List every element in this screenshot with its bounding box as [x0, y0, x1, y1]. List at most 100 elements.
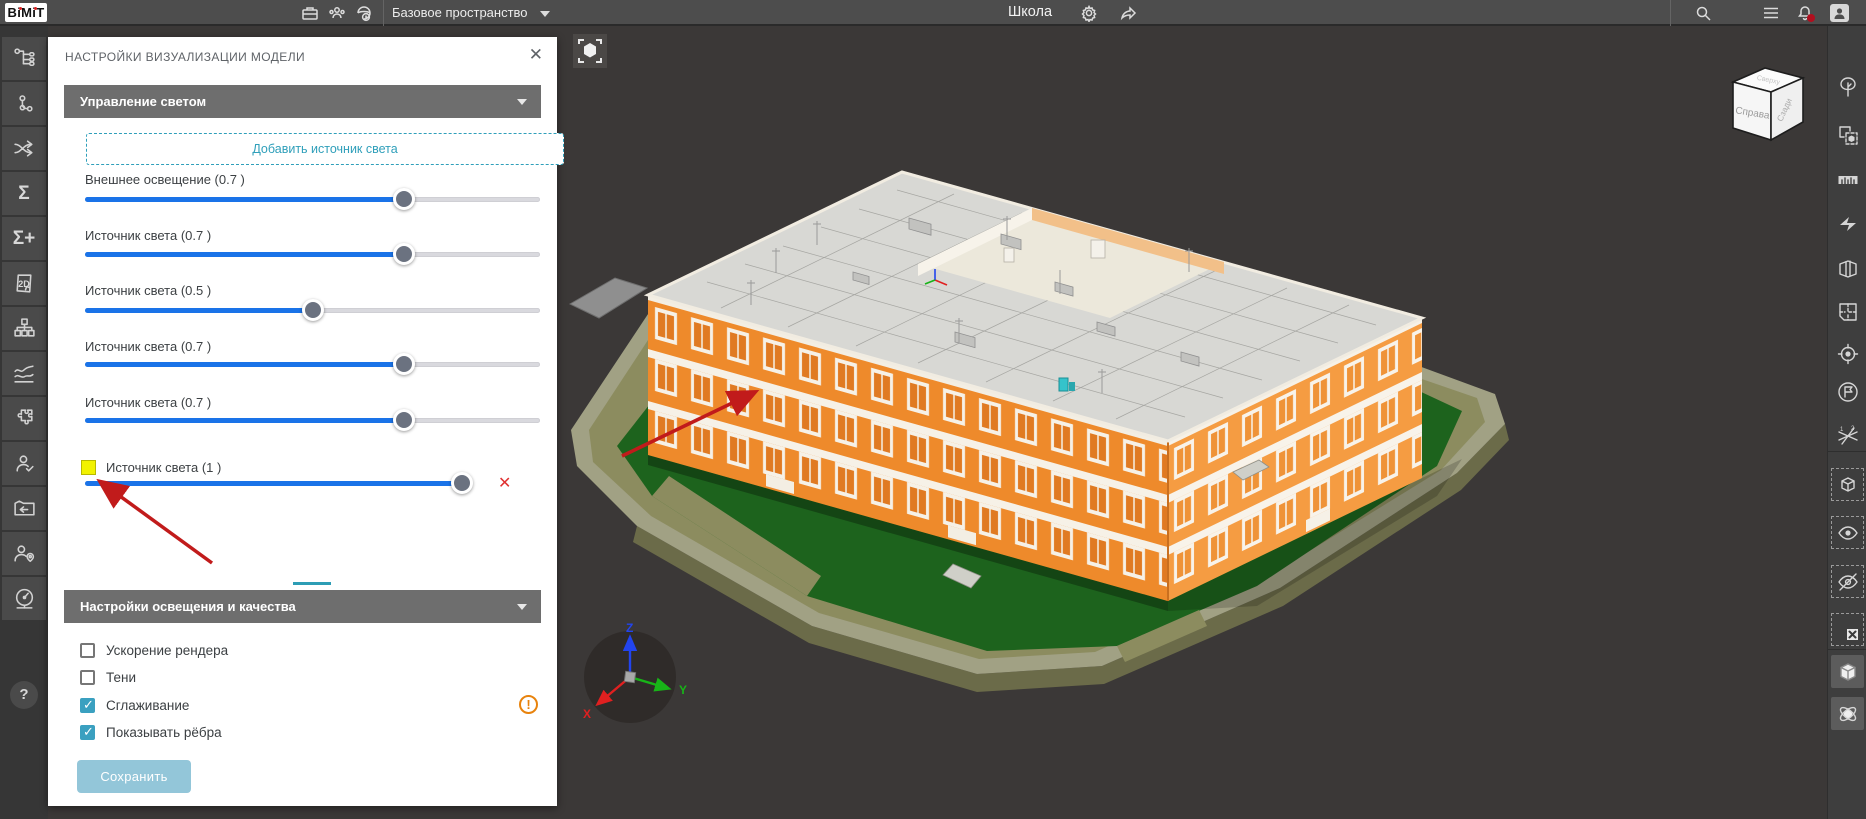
- light-slider[interactable]: [85, 481, 462, 486]
- globe-session-icon[interactable]: [355, 4, 373, 22]
- section-quality-title: Настройки освещения и качества: [80, 599, 296, 614]
- slider-label: Источник света (0.7 ): [85, 339, 211, 354]
- add-light-source-button[interactable]: Добавить источник света: [86, 133, 564, 165]
- share-icon[interactable]: [1119, 4, 1137, 22]
- workspace-selector[interactable]: Базовое пространство: [392, 5, 528, 20]
- search-icon[interactable]: [1694, 4, 1712, 22]
- logo-dot: [34, 7, 37, 10]
- delete-light-button[interactable]: ✕: [498, 473, 511, 493]
- slider-label: Источник света (0.7 ): [85, 395, 211, 410]
- sidebar-item-plugin-puzzle[interactable]: [2, 397, 46, 440]
- sigma-plus-glyph: Σ+: [13, 228, 36, 250]
- chevron-down-icon: [517, 604, 527, 610]
- section-light-control[interactable]: Управление светом: [64, 85, 541, 118]
- doc-2d-glyph: 2D: [18, 279, 30, 289]
- tool-axes-lines[interactable]: 12: [1831, 419, 1864, 452]
- account-icon[interactable]: [1830, 4, 1849, 22]
- checkbox[interactable]: [80, 725, 95, 740]
- slider-label: Внешнее освещение (0.7 ): [85, 172, 245, 187]
- list-menu-icon[interactable]: [1762, 4, 1780, 22]
- team-icon[interactable]: [328, 4, 346, 22]
- checkbox-row-render-boost: Ускорение рендера: [80, 640, 228, 660]
- sidebar-item-user-location[interactable]: [2, 532, 46, 575]
- checkbox-row-show-edges: Показывать рёбра: [80, 722, 222, 742]
- light-slider[interactable]: [85, 197, 540, 202]
- svg-text:2: 2: [1851, 426, 1855, 432]
- app-logo-text: BiMiT: [8, 5, 45, 20]
- light-slider[interactable]: [85, 362, 540, 367]
- tool-hide-eye-slash[interactable]: [1831, 565, 1864, 598]
- checkbox-label: Тени: [106, 670, 136, 685]
- slider-thumb[interactable]: [302, 299, 324, 321]
- tool-orbit-mode[interactable]: [1831, 697, 1864, 730]
- sidebar-item-shuffle-links[interactable]: [2, 127, 46, 170]
- checkbox-label: Показывать рёбра: [106, 725, 222, 740]
- light-color-swatch[interactable]: [81, 460, 96, 475]
- svg-text:1: 1: [1840, 427, 1844, 433]
- toolbar-divider: [1828, 451, 1866, 452]
- chevron-down-icon: [517, 99, 527, 105]
- scroll-indicator[interactable]: [293, 582, 331, 585]
- sidebar-item-trend-chart[interactable]: [2, 352, 46, 395]
- sidebar-item-gauge[interactable]: [2, 577, 46, 620]
- sidebar-item-sigma-plus[interactable]: Σ+: [2, 217, 46, 260]
- slider-thumb[interactable]: [393, 188, 415, 210]
- light-slider[interactable]: [85, 308, 540, 313]
- chevron-down-icon[interactable]: [540, 11, 550, 17]
- section-quality[interactable]: Настройки освещения и качества: [64, 590, 541, 623]
- topbar-divider: [1670, 0, 1671, 26]
- light-slider[interactable]: [85, 252, 540, 257]
- right-toolbar: 12: [1827, 26, 1866, 819]
- sidebar-item-git-node[interactable]: [2, 82, 46, 125]
- tool-flag-marker[interactable]: [1831, 375, 1864, 408]
- tool-tree-vegetation[interactable]: [1831, 70, 1864, 103]
- notification-badge: [1807, 14, 1815, 22]
- sidebar-item-sigma[interactable]: Σ: [2, 172, 46, 215]
- axis-z-label: Z: [626, 621, 633, 635]
- navigation-cube[interactable]: Справа Сзади Сверху: [1733, 68, 1803, 140]
- checkbox-row-shadows: Тени: [80, 667, 136, 687]
- slider-thumb[interactable]: [451, 472, 473, 494]
- checkbox[interactable]: [80, 670, 95, 685]
- model-canvas[interactable]: Справа Сзади Сверху Z Y X: [557, 26, 1827, 819]
- tool-ruler-measure[interactable]: [1831, 163, 1864, 196]
- slider-thumb[interactable]: [393, 353, 415, 375]
- warning-icon: !: [519, 695, 538, 714]
- axis-x-label: X: [583, 707, 591, 721]
- tool-floor-plan[interactable]: [1831, 295, 1864, 328]
- briefcase-icon[interactable]: [301, 4, 319, 22]
- close-icon[interactable]: ✕: [529, 45, 543, 65]
- topbar-divider: [383, 0, 384, 26]
- sigma-glyph: Σ: [18, 183, 29, 205]
- toolbar-divider: [1828, 649, 1866, 650]
- sidebar-item-doc-2d[interactable]: 2D: [2, 262, 46, 305]
- light-slider[interactable]: [85, 418, 540, 423]
- fit-view-button[interactable]: [573, 34, 607, 68]
- tool-show-eye[interactable]: [1831, 516, 1864, 549]
- tool-locate-target[interactable]: [1831, 337, 1864, 370]
- tool-selection-set[interactable]: [1831, 118, 1864, 151]
- save-button[interactable]: Сохранить: [77, 760, 191, 793]
- tool-clear-selection[interactable]: [1831, 613, 1864, 646]
- notifications-sync-icon[interactable]: [1796, 4, 1814, 22]
- sidebar-item-folder-share[interactable]: [2, 487, 46, 530]
- tool-section-planes[interactable]: [1831, 252, 1864, 285]
- checkbox-row-antialiasing: Сглаживание: [80, 695, 189, 715]
- slider-thumb[interactable]: [393, 243, 415, 265]
- project-title: Школа: [1008, 4, 1052, 20]
- sidebar-item-user-check[interactable]: [2, 442, 46, 485]
- checkbox[interactable]: [80, 643, 95, 658]
- gear-icon[interactable]: [1080, 4, 1098, 22]
- checkbox[interactable]: [80, 698, 95, 713]
- axis-gizmo[interactable]: Z Y X: [583, 621, 687, 723]
- visualization-settings-panel: НАСТРОЙКИ ВИЗУАЛИЗАЦИИ МОДЕЛИ ✕ Управлен…: [48, 37, 557, 806]
- app-logo[interactable]: BiMiT: [5, 3, 47, 22]
- sidebar-item-org-chart[interactable]: [2, 307, 46, 350]
- slider-label: Источник света (0.7 ): [85, 228, 211, 243]
- tool-isolate-cube[interactable]: [1831, 468, 1864, 501]
- tool-solid-cube[interactable]: [1831, 655, 1864, 688]
- tool-flash-section[interactable]: [1831, 207, 1864, 240]
- sidebar-item-model-tree[interactable]: [2, 37, 46, 80]
- slider-thumb[interactable]: [393, 409, 415, 431]
- help-button[interactable]: ?: [10, 681, 38, 709]
